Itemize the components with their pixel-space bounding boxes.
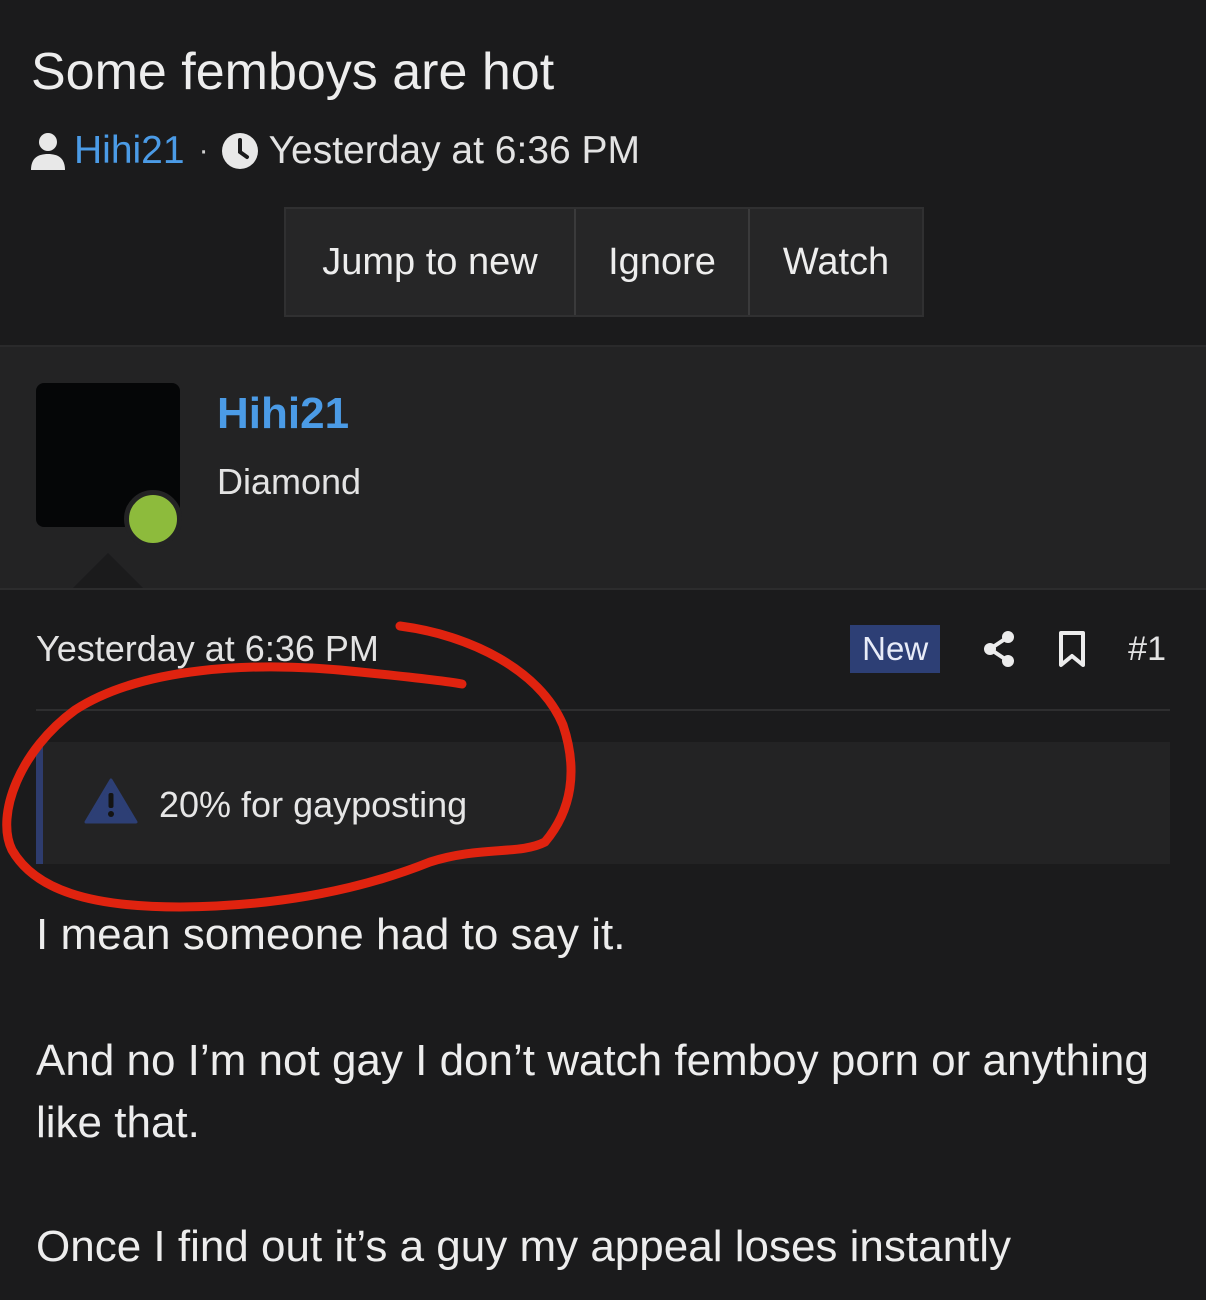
ignore-button[interactable]: Ignore <box>576 209 750 315</box>
post-actions: New #1 <box>850 624 1166 674</box>
post-divider <box>36 709 1170 711</box>
thread-header: Some femboys are hot Hihi21 · Yesterday … <box>0 0 1206 347</box>
share-icon[interactable] <box>982 630 1016 668</box>
post-number-link[interactable]: #1 <box>1128 630 1166 669</box>
clock-icon <box>221 132 259 170</box>
post-paragraph: Once I find out it’s a guy my appeal los… <box>36 1222 1012 1271</box>
warning-text: 20% for gayposting <box>159 784 468 825</box>
post-date[interactable]: Yesterday at 6:36 PM <box>36 628 379 670</box>
post-paragraph: I mean someone had to say it. <box>36 910 626 959</box>
thread-page: Some femboys are hot Hihi21 · Yesterday … <box>0 0 1206 1300</box>
warning-notice: 20% for gayposting <box>36 742 1170 864</box>
watch-button[interactable]: Watch <box>750 209 922 315</box>
new-badge: New <box>850 625 941 673</box>
bookmark-icon[interactable] <box>1058 630 1086 668</box>
user-icon <box>30 131 66 171</box>
warning-icon <box>84 778 138 829</box>
jump-to-new-button[interactable]: Jump to new <box>286 209 576 315</box>
post-paragraph: And no I’m not gay I don’t watch femboy … <box>36 1036 1149 1147</box>
thread-date[interactable]: Yesterday at 6:36 PM <box>269 129 640 173</box>
user-block-pointer <box>73 553 143 588</box>
post-username[interactable]: Hihi21 <box>217 389 349 439</box>
user-title: Diamond <box>217 461 362 502</box>
post: Yesterday at 6:36 PM New #1 20% for gayp… <box>0 590 1206 1300</box>
meta-separator: · <box>198 134 209 167</box>
thread-title: Some femboys are hot <box>31 43 555 101</box>
thread-button-group: Jump to new Ignore Watch <box>284 207 924 317</box>
post-user-block: Hihi21 Diamond <box>0 347 1206 590</box>
thread-author-link[interactable]: Hihi21 <box>74 129 185 173</box>
online-indicator <box>124 490 182 548</box>
thread-meta: Hihi21 · Yesterday at 6:36 PM <box>30 128 640 174</box>
